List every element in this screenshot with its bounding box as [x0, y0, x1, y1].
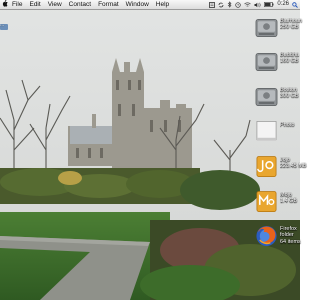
wifi-icon[interactable] — [244, 2, 252, 8]
menu-file[interactable]: File — [12, 0, 22, 9]
menu-extras: 0:26 — [206, 0, 298, 9]
desktop-item-label: Jojo 223.45 MB — [280, 157, 307, 170]
document-icon — [256, 121, 277, 141]
desktop-item-left-label: ... — [0, 22, 5, 28]
desktop-item-jojo[interactable]: Jojo 223.45 MB — [253, 155, 307, 185]
apple-logo-icon[interactable] — [0, 0, 12, 10]
desktop-item-label: Mojo 1.4 GB — [280, 192, 298, 205]
hard-drive-icon — [255, 52, 278, 72]
desktop-item-label: Firefox folder 64 items — [280, 226, 301, 245]
menubar-clock[interactable]: 0:26 — [277, 0, 289, 9]
desktop-item-label: Blurhoun 250 GB — [280, 18, 303, 31]
desktop-item-drive-1[interactable]: Blurhoun 250 GB — [253, 16, 302, 46]
mojo-app-icon — [256, 191, 277, 212]
desktop-item-drive-3[interactable]: Boston 300 GB — [253, 85, 300, 115]
volume-icon[interactable] — [254, 2, 261, 8]
script-menu-icon[interactable] — [209, 1, 216, 8]
sync-icon[interactable] — [218, 2, 224, 8]
menu-window[interactable]: Window — [126, 0, 149, 9]
menu-format[interactable]: Format — [98, 0, 119, 9]
bluetooth-icon[interactable] — [227, 1, 232, 8]
desktop-item-label: Boston 300 GB — [280, 87, 299, 100]
menu-help[interactable]: Help — [156, 0, 169, 9]
menu-edit[interactable]: Edit — [29, 0, 40, 9]
spotlight-icon[interactable] — [292, 1, 298, 8]
firefox-icon — [256, 225, 277, 247]
menu-contact[interactable]: Contact — [69, 0, 91, 9]
hard-drive-icon — [255, 87, 278, 107]
desktop-item-left-partial[interactable]: ... — [0, 22, 14, 62]
desktop-item-label: Buddha 160 GB — [280, 52, 299, 65]
timemachine-icon[interactable] — [235, 1, 241, 8]
desktop-item-label: Photo — [280, 122, 295, 128]
menu-view[interactable]: View — [48, 0, 62, 9]
desktop-item-firefox[interactable]: Firefox folder 64 items — [253, 224, 301, 264]
mojo-app-icon — [256, 156, 277, 177]
desktop-item-photo[interactable]: Photo — [253, 120, 300, 150]
desktop-item-drive-2[interactable]: Buddha 160 GB — [253, 50, 300, 80]
menu-bar: File Edit View Contact Format Window Hel… — [0, 0, 300, 10]
hard-drive-icon — [255, 18, 278, 38]
battery-icon[interactable] — [264, 2, 274, 7]
desktop-item-mojo[interactable]: Mojo 1.4 GB — [253, 190, 300, 220]
